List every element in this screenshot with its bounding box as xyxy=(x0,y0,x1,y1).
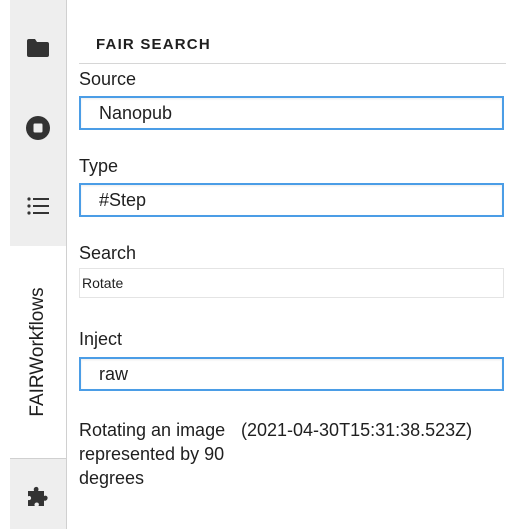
puzzle-icon[interactable] xyxy=(24,482,52,510)
fair-search-panel: FAIR SEARCH Source Nanopub Type #Step Se… xyxy=(79,0,506,529)
left-sidebar: FAIRWorkflows xyxy=(0,0,67,529)
inject-label: Inject xyxy=(79,329,123,349)
inject-select[interactable]: raw xyxy=(79,357,504,391)
stop-circle-icon[interactable] xyxy=(24,114,52,142)
source-select[interactable]: Nanopub xyxy=(79,96,504,130)
result-timestamp: (2021-04-30T15:31:38.523Z) xyxy=(241,420,473,440)
panel-divider xyxy=(79,63,506,64)
search-label: Search xyxy=(79,243,137,263)
panel-title: FAIR SEARCH xyxy=(96,36,211,53)
search-input[interactable]: Rotate xyxy=(79,268,504,298)
jupyter-window: FAIRWorkflows FAIR SEARCH Source Nanopub… xyxy=(0,0,506,529)
tab-fairworkflows-label: FAIRWorkflows xyxy=(27,287,48,417)
type-label: Type xyxy=(79,156,119,176)
source-label: Source xyxy=(79,69,137,89)
list-icon[interactable] xyxy=(24,192,52,220)
result-description[interactable]: Rotating an image represented by 90 degr… xyxy=(79,418,229,490)
type-select[interactable]: #Step xyxy=(79,183,504,217)
folder-icon[interactable] xyxy=(24,34,52,62)
